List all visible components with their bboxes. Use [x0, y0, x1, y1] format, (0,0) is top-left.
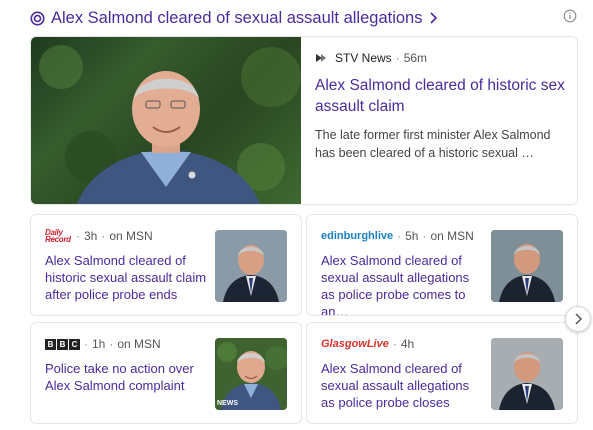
chevron-right-icon	[573, 313, 583, 325]
daily-record-logo: Daily Record	[45, 228, 71, 244]
news-cluster-icon	[30, 11, 45, 26]
main-story-photo[interactable]	[31, 37, 301, 204]
story-age: 4h	[400, 337, 415, 351]
glasgowlive-logo: GlasgowLive	[321, 338, 389, 350]
source-row: edinburghlive · 5h · on MSN	[321, 229, 474, 243]
story-thumbnail[interactable]: NEWS	[215, 338, 287, 410]
story-age: 1h	[92, 337, 106, 351]
story-thumbnail[interactable]	[215, 230, 287, 302]
story-via: on MSN	[430, 229, 474, 243]
story-card[interactable]: edinburghlive · 5h · on MSN Alex Salmond…	[306, 214, 578, 316]
story-headline[interactable]: Alex Salmond cleared of sexual assault a…	[321, 252, 483, 315]
thumb-caption: NEWS	[217, 400, 238, 407]
chevron-right-icon[interactable]	[428, 12, 438, 24]
story-thumbnail[interactable]	[491, 338, 563, 410]
story-via: on MSN	[109, 229, 153, 243]
stv-logo-icon	[315, 52, 327, 64]
story-thumbnail[interactable]	[491, 230, 563, 302]
info-icon[interactable]	[563, 9, 577, 23]
story-age: 56m	[403, 51, 428, 65]
source-name: STV News	[335, 51, 392, 65]
main-story-headline[interactable]: Alex Salmond cleared of historic sex ass…	[315, 75, 565, 117]
main-story-snippet: The late former first minister Alex Salm…	[315, 128, 551, 160]
story-headline[interactable]: Alex Salmond cleared of sexual assault a…	[321, 360, 483, 411]
story-age: 3h	[84, 229, 98, 243]
carousel-next-button[interactable]	[565, 306, 591, 332]
story-via: on MSN	[117, 337, 161, 351]
story-card[interactable]: GlasgowLive · 4h Alex Salmond cleared of…	[306, 322, 578, 424]
bbc-logo: BBC	[45, 338, 80, 350]
story-age: 5h	[405, 229, 419, 243]
source-row: Daily Record · 3h · on MSN	[45, 228, 153, 244]
story-card[interactable]: BBC · 1h · on MSN Police take no action …	[30, 322, 302, 424]
main-story-card[interactable]: STV News · 56m Alex Salmond cleared of h…	[30, 36, 578, 205]
story-headline[interactable]: Alex Salmond cleared of historic sexual …	[45, 252, 207, 303]
source-row: GlasgowLive · 4h	[321, 337, 415, 351]
edinburghlive-logo: edinburghlive	[321, 230, 394, 242]
cluster-header[interactable]: Alex Salmond cleared of sexual assault a…	[30, 6, 575, 30]
story-card[interactable]: Daily Record · 3h · on MSN Alex Salmond c…	[30, 214, 302, 316]
story-headline[interactable]: Police take no action over Alex Salmond …	[45, 360, 207, 394]
source-row: BBC · 1h · on MSN	[45, 337, 207, 351]
source-row: STV News · 56m	[315, 51, 565, 65]
cluster-title[interactable]: Alex Salmond cleared of sexual assault a…	[51, 9, 422, 28]
